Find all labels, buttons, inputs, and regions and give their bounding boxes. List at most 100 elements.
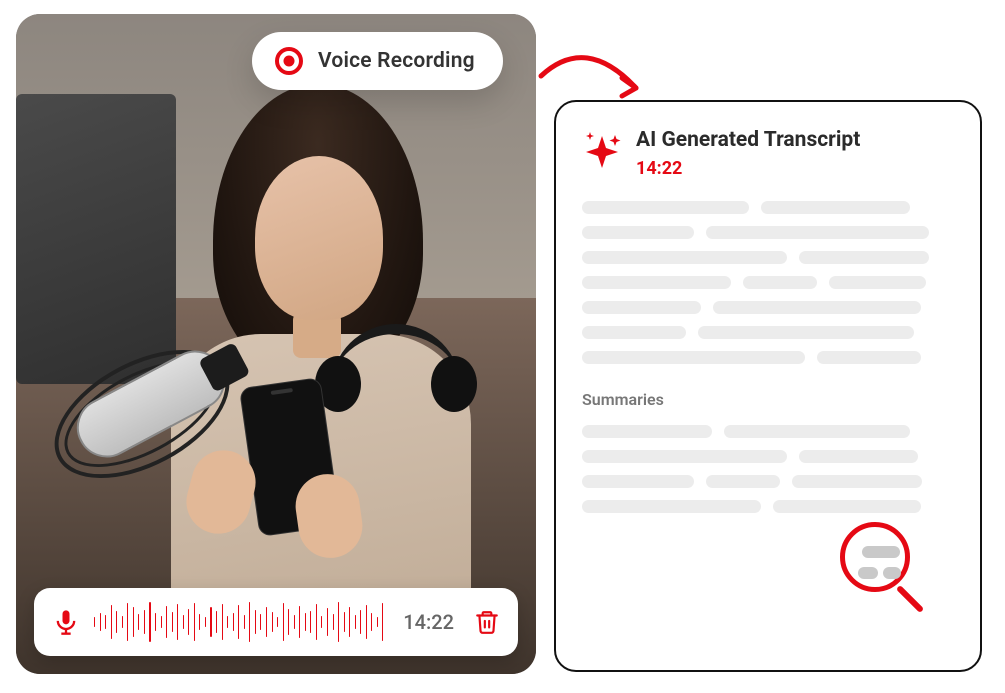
skeleton-line [582,226,694,239]
skeleton-row [582,276,954,289]
skeleton-line [582,276,731,289]
waveform-bar [227,616,228,628]
waveform-bar [105,615,106,629]
skeleton-line [582,251,787,264]
waveform-bar [244,615,245,629]
microphone-icon[interactable] [52,608,80,636]
waveform-bar [94,617,95,627]
skeleton-row [582,351,954,364]
skeleton-row [582,251,954,264]
waveform-bar [188,609,189,635]
waveform-bar [133,607,134,637]
waveform-bar [344,612,345,632]
waveform-bar [260,614,261,630]
waveform-bar [305,613,306,631]
transcript-timestamp: 14:22 [636,158,860,179]
waveform-bar [249,602,250,642]
waveform-bar [255,610,256,634]
transcript-title: AI Generated Transcript [636,128,860,152]
waveform-bar [166,606,167,638]
skeleton-line [582,201,749,214]
skeleton-row [582,500,954,513]
skeleton-line [582,450,787,463]
waveform-bar [127,603,128,641]
waveform-bar [222,604,223,640]
search-icon[interactable] [840,522,936,618]
transcript-header: AI Generated Transcript 14:22 [582,128,954,179]
waveform-bar [377,617,378,627]
waveform-bar [283,603,284,641]
skeleton-line [582,500,761,513]
voice-recording-label: Voice Recording [318,49,475,73]
audio-waveform[interactable] [94,601,383,643]
transcript-card: AI Generated Transcript 14:22 Summaries [554,100,982,672]
waveform-bar [371,613,372,631]
recording-photo-card: 14:22 [16,14,536,674]
waveform-bar [216,611,217,633]
waveform-bar [100,613,101,631]
skeleton-row [582,425,954,438]
waveform-bar [155,613,156,631]
waveform-bar [205,617,206,627]
waveform-bar [277,617,278,627]
skeleton-line [724,425,910,438]
skeleton-line [792,475,922,488]
waveform-bar [144,610,145,634]
scene-illustration [16,14,536,674]
skeleton-line [799,251,929,264]
waveform-bar [310,611,311,633]
waveform-bar [316,604,317,640]
skeleton-row [582,326,954,339]
trash-icon[interactable] [474,609,500,635]
waveform-bar [199,614,200,630]
waveform-bar [183,615,184,629]
skeleton-row [582,226,954,239]
waveform-bar [233,613,234,631]
waveform-bar [266,607,267,637]
recording-timer: 14:22 [403,610,454,634]
skeleton-row [582,475,954,488]
waveform-bar [194,603,195,641]
waveform-bar [238,605,239,639]
skeleton-row [582,450,954,463]
waveform-bar [360,610,361,634]
waveform-bar [299,606,300,638]
skeleton-line [829,276,926,289]
waveform-bar [116,611,117,633]
sparkle-icon [582,130,622,170]
skeleton-line [817,351,921,364]
waveform-bar [327,608,328,636]
skeleton-row [582,201,954,214]
waveform-bar [210,607,211,637]
waveform-bar [294,615,295,629]
waveform-bar [288,609,289,635]
waveform-bar [272,612,273,632]
arrow-curved-right-icon [536,46,656,116]
waveform-bar [382,603,383,641]
waveform-bar [366,605,367,639]
waveform-bar [161,616,162,628]
summaries-skeleton [582,425,954,513]
waveform-bar [349,607,350,637]
skeleton-line [582,326,686,339]
recorder-bar: 14:22 [34,588,518,656]
waveform-bar [333,614,334,630]
waveform-bar [149,602,150,642]
skeleton-line [761,201,910,214]
waveform-bar [338,602,339,642]
skeleton-line [582,475,694,488]
skeleton-line [799,450,918,463]
waveform-bar [321,616,322,628]
skeleton-line [582,425,712,438]
voice-recording-badge: Voice Recording [252,32,503,90]
waveform-bar [172,612,173,632]
skeleton-line [713,301,921,314]
waveform-bar [355,615,356,629]
skeleton-row [582,301,954,314]
transcript-skeleton [582,201,954,364]
skeleton-line [743,276,817,289]
skeleton-line [698,326,914,339]
skeleton-line [706,475,780,488]
skeleton-line [773,500,922,513]
skeleton-line [582,301,701,314]
